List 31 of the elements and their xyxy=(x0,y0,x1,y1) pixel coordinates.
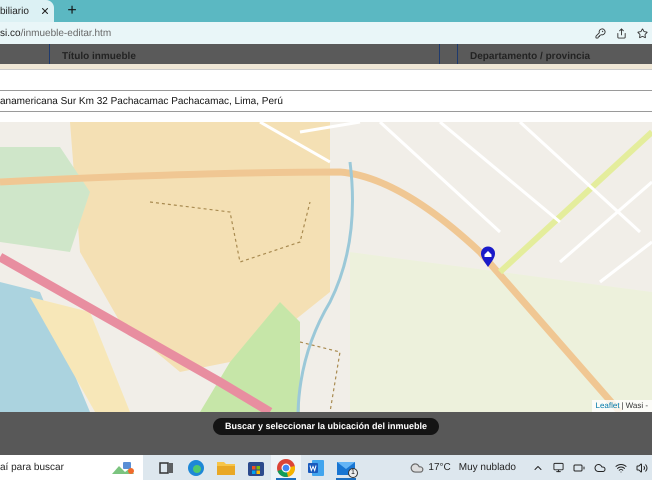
cloud-icon[interactable] xyxy=(594,462,606,474)
column-header: Departamento / provincia xyxy=(470,50,590,64)
key-icon[interactable] xyxy=(595,28,606,38)
column-header: Título inmueble xyxy=(62,50,136,64)
attribution-source: Wasi - xyxy=(626,400,648,412)
map-marker-icon[interactable] xyxy=(480,246,496,268)
weather-icon xyxy=(410,460,424,474)
close-icon xyxy=(40,6,50,16)
new-tab-button[interactable]: + xyxy=(64,2,80,20)
address-field[interactable]: anamericana Sur Km 32 Pachacamac Pachacamac, Lima, Perú xyxy=(0,90,652,112)
document-app-icon xyxy=(306,458,326,478)
url-bar[interactable]: si.co/inmueble-editar.htm xyxy=(0,22,652,44)
chrome-icon xyxy=(276,458,296,478)
taskbar-search-field[interactable]: aí para buscar xyxy=(0,455,143,480)
select-location-button[interactable]: Buscar y seleccionar la ubicación del inmueble xyxy=(212,418,440,435)
volume-icon[interactable] xyxy=(636,462,648,474)
attribution-separator: | xyxy=(622,400,624,412)
browser-tab[interactable]: biliario xyxy=(0,0,54,22)
monitor-icon[interactable] xyxy=(553,462,564,473)
weather-temperature: 17°C xyxy=(428,461,451,475)
taskbar-app-button[interactable] xyxy=(271,455,301,480)
weather-condition: Muy nublado xyxy=(458,461,516,475)
wifi-icon[interactable] xyxy=(615,462,627,474)
url-text: si.co/inmueble-editar.htm xyxy=(0,26,112,40)
running-indicator xyxy=(276,478,296,480)
share-icon[interactable] xyxy=(616,28,627,38)
battery-icon[interactable] xyxy=(573,462,585,474)
leaflet-link[interactable]: Leaflet xyxy=(596,400,620,412)
browser-icon xyxy=(186,458,206,478)
star-icon[interactable] xyxy=(637,28,648,38)
running-indicator xyxy=(336,478,356,480)
